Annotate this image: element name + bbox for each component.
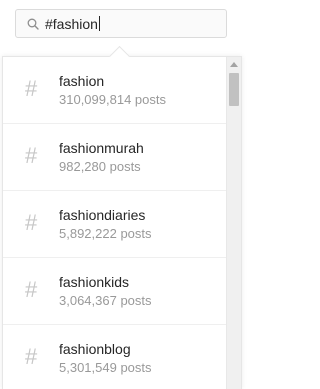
hashtag-icon: # bbox=[25, 76, 38, 101]
suggestion-item-fashiondiaries[interactable]: # fashiondiaries 5,892,222 posts bbox=[3, 191, 227, 258]
scroll-up-arrow-icon[interactable] bbox=[230, 62, 238, 67]
suggestion-item-fashionkids[interactable]: # fashionkids 3,064,367 posts bbox=[3, 258, 227, 325]
hashtag-post-count: 5,301,549 posts bbox=[59, 360, 152, 375]
hashtag-name: fashionblog bbox=[59, 341, 131, 357]
search-icon bbox=[27, 18, 39, 30]
hashtag-icon: # bbox=[25, 210, 38, 235]
hashtag-icon: # bbox=[25, 344, 38, 369]
hashtag-post-count: 982,280 posts bbox=[59, 159, 141, 174]
hashtag-icon: # bbox=[25, 143, 38, 168]
suggestion-list: # fashion 310,099,814 posts # fashionmur… bbox=[3, 57, 227, 389]
dropdown-scrollbar[interactable] bbox=[226, 57, 241, 389]
hashtag-suggestions-dropdown: # fashion 310,099,814 posts # fashionmur… bbox=[2, 56, 242, 389]
search-input[interactable]: #fashion bbox=[15, 9, 227, 38]
text-cursor bbox=[98, 16, 100, 31]
search-query-text: #fashion bbox=[45, 16, 100, 32]
hashtag-name: fashionmurah bbox=[59, 140, 144, 156]
scrollbar-thumb[interactable] bbox=[229, 73, 239, 106]
hashtag-icon: # bbox=[25, 277, 38, 302]
hashtag-post-count: 310,099,814 posts bbox=[59, 92, 166, 107]
hashtag-name: fashion bbox=[59, 73, 105, 89]
hashtag-search-panel: #fashion # fashion 310,099,814 posts # f… bbox=[0, 0, 244, 389]
suggestion-item-fashion[interactable]: # fashion 310,099,814 posts bbox=[3, 57, 227, 124]
hashtag-post-count: 3,064,367 posts bbox=[59, 293, 152, 308]
hashtag-name: fashionkids bbox=[59, 274, 130, 290]
hashtag-post-count: 5,892,222 posts bbox=[59, 226, 152, 241]
hashtag-name: fashiondiaries bbox=[59, 207, 146, 223]
suggestion-item-fashionblog[interactable]: # fashionblog 5,301,549 posts bbox=[3, 325, 227, 389]
suggestion-item-fashionmurah[interactable]: # fashionmurah 982,280 posts bbox=[3, 124, 227, 191]
